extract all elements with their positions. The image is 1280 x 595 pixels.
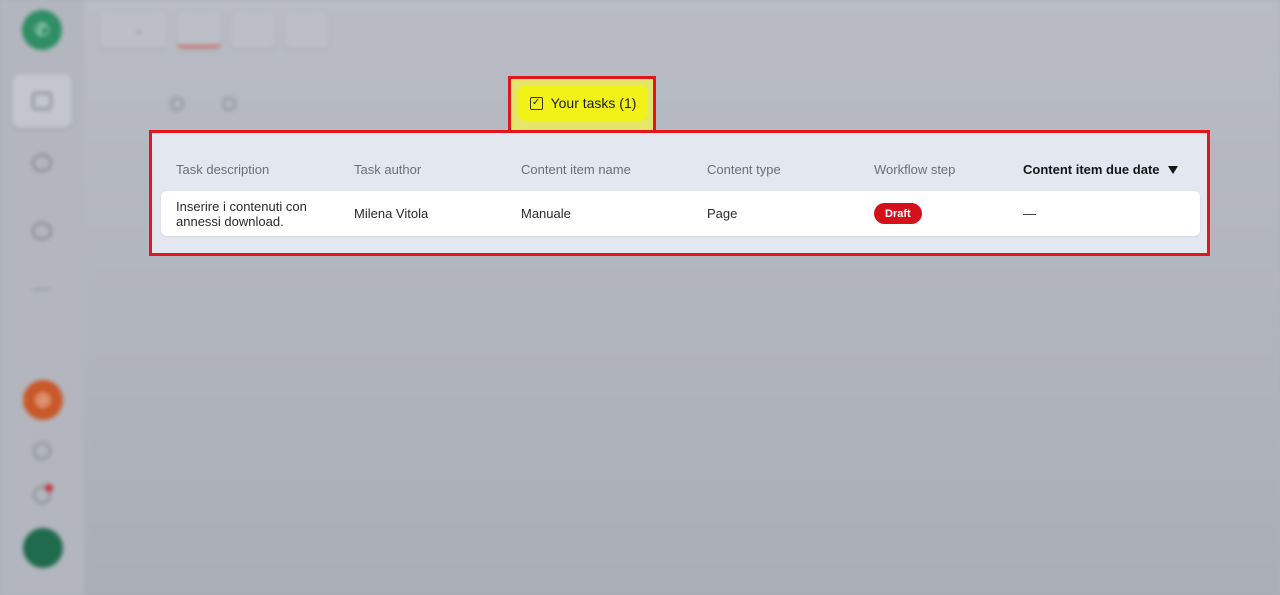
cell-due-date: — bbox=[1023, 206, 1036, 221]
grid-icon bbox=[32, 288, 52, 306]
cell-content-item-name: Manuale bbox=[521, 206, 571, 221]
globe-icon bbox=[32, 154, 52, 172]
sort-descending-icon bbox=[1167, 165, 1178, 174]
tab-project-overview[interactable] bbox=[230, 12, 275, 48]
sidebar-item-sites[interactable] bbox=[12, 136, 72, 190]
subtab-assigned[interactable] bbox=[222, 92, 244, 116]
user-icon bbox=[222, 97, 236, 111]
sidebar-item-network[interactable] bbox=[12, 204, 72, 258]
home-icon bbox=[32, 92, 52, 110]
globe-icon bbox=[32, 222, 52, 240]
tab-editorial-calendar[interactable] bbox=[284, 12, 329, 48]
subtab-recently-edited[interactable] bbox=[170, 92, 192, 116]
workflow-status-badge: Draft bbox=[874, 203, 922, 224]
add-button[interactable]: ⊕ bbox=[23, 380, 63, 420]
cell-task-author: Milena Vitola bbox=[354, 206, 429, 221]
cell-task-description: Inserire i contenuti con annessi downloa… bbox=[176, 199, 307, 229]
app-logo[interactable]: ✆ bbox=[22, 10, 62, 50]
table-header: Task description Task author Content ite… bbox=[152, 133, 1207, 191]
sidebar-item-more[interactable] bbox=[12, 270, 72, 324]
tasks-table: Task description Task author Content ite… bbox=[149, 130, 1210, 256]
avatar[interactable] bbox=[23, 528, 63, 568]
table-row[interactable]: Inserire i contenuti con annessi downloa… bbox=[161, 191, 1200, 236]
header-task-description[interactable]: Task description bbox=[176, 162, 269, 177]
checkbox-icon: ✓ bbox=[529, 96, 543, 110]
header-workflow-step[interactable]: Workflow step bbox=[874, 162, 955, 177]
tab-your-tasks-label: Your tasks (1) bbox=[550, 95, 637, 111]
sidebar: ✆ ⊕ bbox=[0, 0, 84, 595]
chevron-down-icon: ⌄ bbox=[134, 22, 145, 37]
cell-content-type: Page bbox=[707, 206, 738, 221]
project-selector[interactable]: ⌄ bbox=[100, 12, 167, 48]
clock-icon bbox=[170, 97, 184, 111]
header-content-type[interactable]: Content type bbox=[707, 162, 781, 177]
sidebar-item-home[interactable] bbox=[12, 74, 72, 128]
subtabs bbox=[170, 92, 244, 116]
help-icon[interactable] bbox=[33, 442, 51, 460]
tab-your-content[interactable] bbox=[176, 12, 221, 48]
tab-your-tasks[interactable]: ✓ Your tasks (1) bbox=[518, 85, 648, 121]
notification-badge bbox=[45, 484, 53, 492]
add-icon: ⊕ bbox=[33, 387, 53, 412]
header-task-author[interactable]: Task author bbox=[354, 162, 421, 177]
header-due-date[interactable]: Content item due date bbox=[1023, 162, 1178, 177]
topbar: ⌄ bbox=[100, 12, 329, 48]
header-content-item-name[interactable]: Content item name bbox=[521, 162, 631, 177]
header-due-date-label: Content item due date bbox=[1023, 162, 1160, 177]
